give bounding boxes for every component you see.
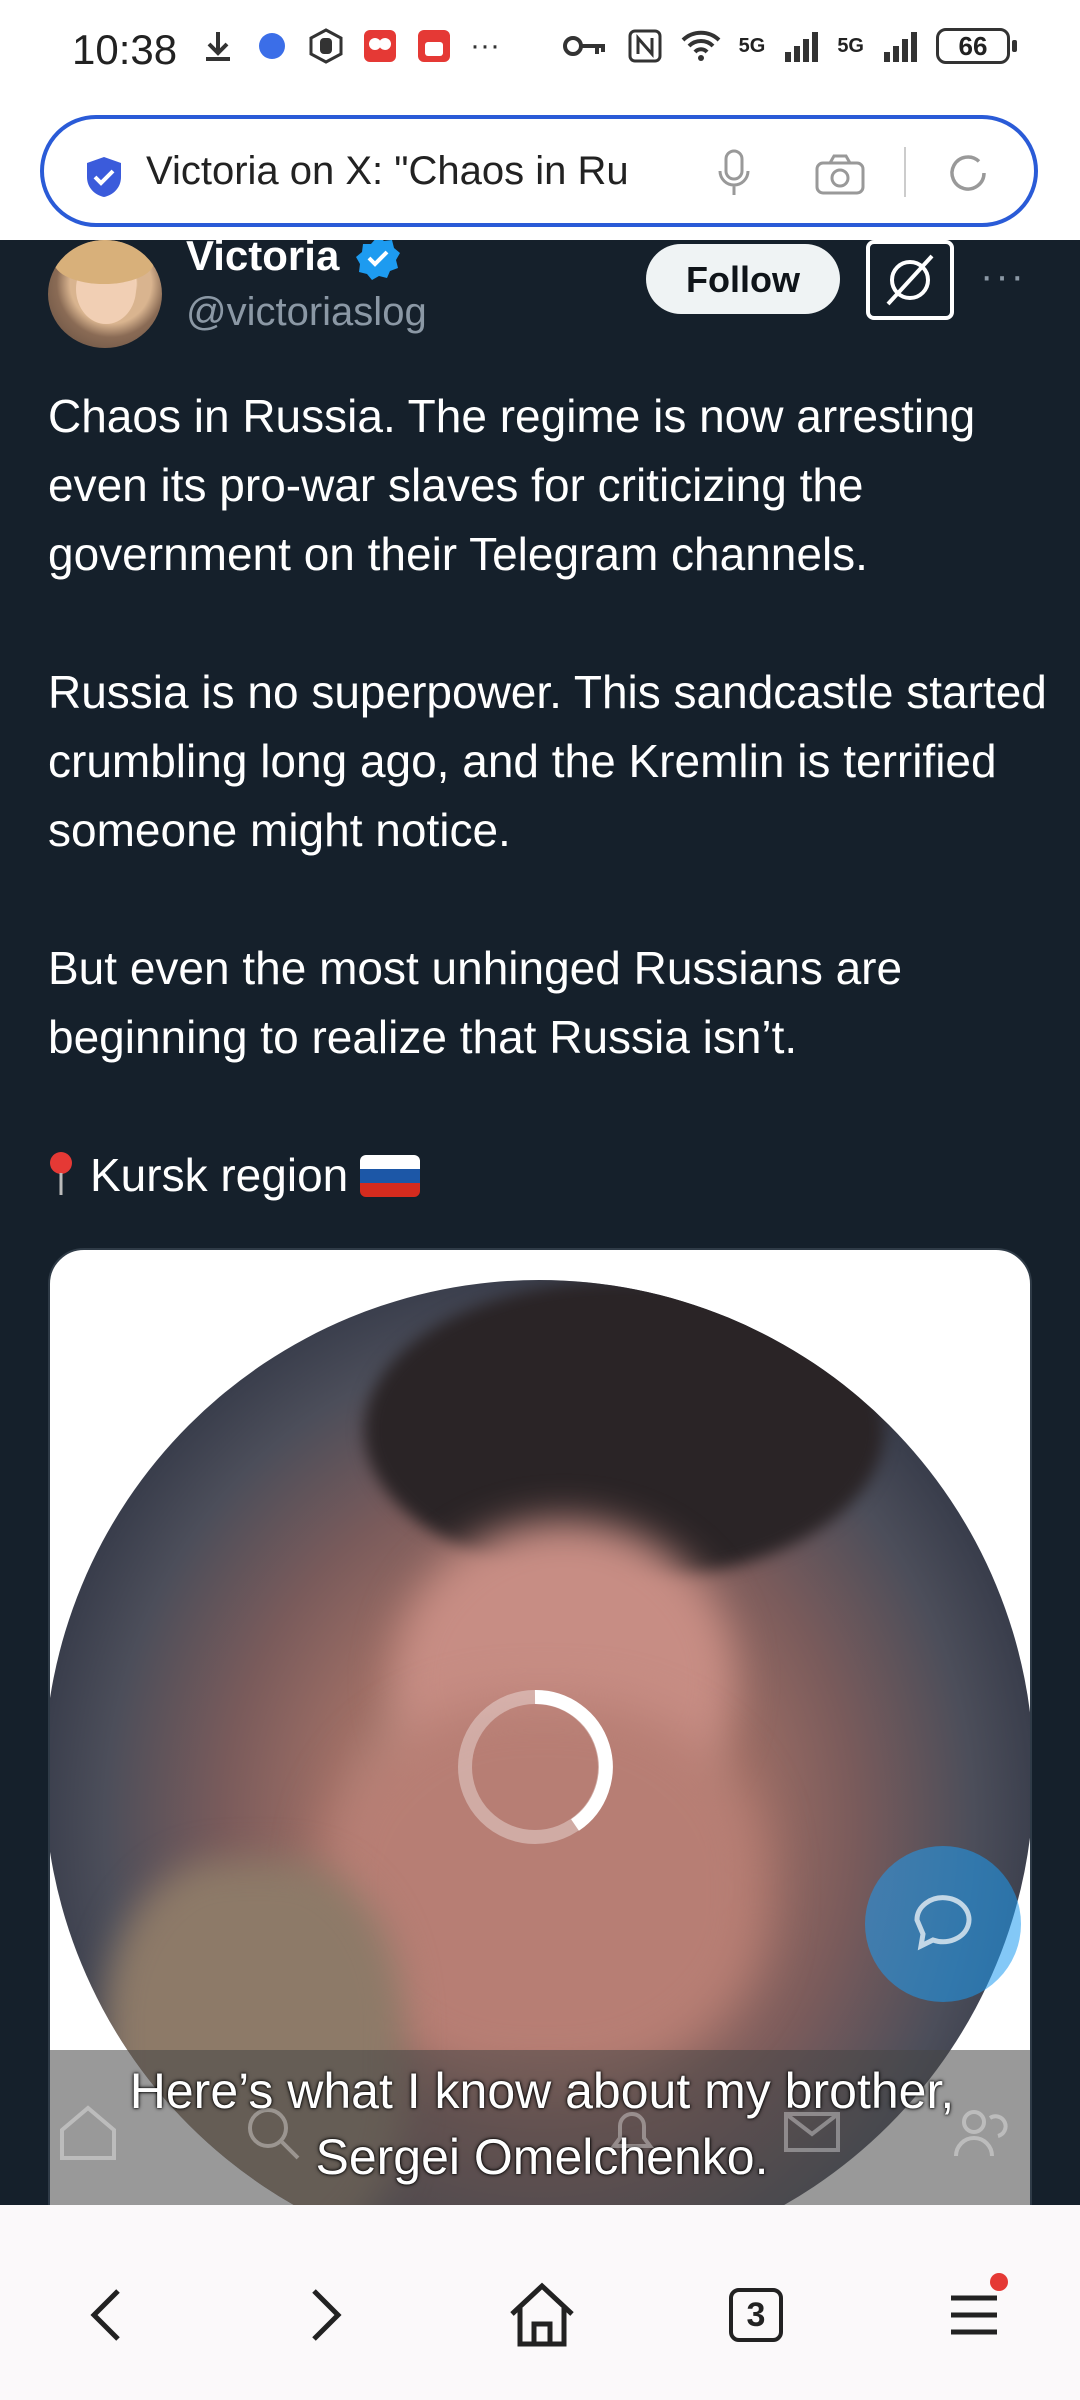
- download-icon: [206, 32, 230, 61]
- author-avatar[interactable]: [48, 240, 162, 348]
- browser-bottom-bar: 3: [0, 2205, 1080, 2400]
- camera-search-icon[interactable]: [814, 153, 866, 197]
- back-arrow-icon: [90, 2289, 120, 2341]
- follow-button[interactable]: Follow: [646, 244, 840, 314]
- browser-toolbar: Victoria on X: "Chaos in Ru: [0, 105, 1080, 240]
- menu-button[interactable]: [934, 2273, 1014, 2355]
- tweet-paragraph: Russia is no superpower. This sandcastle…: [48, 666, 1047, 856]
- shopping-app-icon: [364, 30, 396, 62]
- network-type-1: 5G: [738, 34, 766, 57]
- caption-line-1: Here’s what I know about my brother,: [129, 2063, 955, 2119]
- grok-button[interactable]: [866, 240, 954, 320]
- forward-arrow-icon: [312, 2289, 342, 2341]
- speech-bubble-icon: [914, 1895, 972, 1951]
- home-icon: [510, 2282, 574, 2347]
- more-options-button[interactable]: ···: [980, 254, 1026, 299]
- status-bar: 10:38 ··· 5G 5G 66: [0, 0, 1080, 105]
- nfc-icon: [628, 29, 662, 63]
- tweet-body: Chaos in Russia. The regime is now arres…: [48, 382, 1048, 1210]
- location-text: Kursk region: [90, 1149, 349, 1201]
- hand-shield-icon: [309, 28, 343, 64]
- tabs-button[interactable]: 3: [716, 2275, 796, 2355]
- signal-icon-2: [884, 32, 917, 62]
- reply-fab[interactable]: [865, 1846, 1021, 2002]
- microphone-icon[interactable]: [714, 149, 754, 199]
- verified-badge-icon: [356, 240, 400, 280]
- location-pin-icon: [48, 1147, 74, 1195]
- system-icons: 5G 5G 66: [561, 28, 1017, 64]
- tweet-location-line: Kursk region: [48, 1141, 1048, 1210]
- key-icon: [562, 36, 605, 56]
- menu-icon: [951, 2295, 997, 2335]
- tweet: Victoria @victoriaslog Follow ··· Chaos …: [0, 240, 1080, 2205]
- more-notifications-indicator: ···: [470, 29, 500, 62]
- security-shield-icon[interactable]: [84, 155, 124, 199]
- shopping-app-icon-2: [418, 30, 450, 62]
- russia-flag-icon: [360, 1155, 421, 1197]
- home-button[interactable]: [502, 2275, 582, 2355]
- tweet-paragraph: But even the most unhinged Russians are …: [48, 942, 903, 1063]
- status-time: 10:38: [72, 26, 178, 73]
- forward-button[interactable]: [286, 2275, 366, 2355]
- author-handle[interactable]: @victoriaslog: [186, 290, 427, 335]
- network-type-2: 5G: [837, 34, 864, 57]
- battery-indicator: 66: [936, 28, 1017, 64]
- wifi-icon: [681, 30, 721, 61]
- loading-spinner-icon: [458, 1689, 613, 1844]
- signal-icon: [785, 32, 819, 62]
- video-player[interactable]: Here’s what I know about my brother, Ser…: [48, 1248, 1032, 2205]
- reload-icon[interactable]: [944, 149, 992, 197]
- app-dot-icon: [259, 33, 285, 59]
- grok-icon: [886, 254, 934, 306]
- address-bar[interactable]: Victoria on X: "Chaos in Ru: [40, 115, 1038, 227]
- tabs-count: 3: [729, 2288, 783, 2342]
- tweet-paragraph: Chaos in Russia. The regime is now arres…: [48, 390, 976, 580]
- author-name[interactable]: Victoria: [186, 240, 339, 280]
- toolbar-divider: [904, 147, 906, 197]
- back-button[interactable]: [66, 2275, 146, 2355]
- menu-notification-dot: [990, 2273, 1008, 2291]
- video-caption: Here’s what I know about my brother, Ser…: [50, 2058, 1030, 2190]
- caption-line-2: Sergei Omelchenko.: [315, 2129, 769, 2185]
- notification-icons: ···: [200, 28, 500, 64]
- page-title-text[interactable]: Victoria on X: "Chaos in Ru: [146, 149, 726, 194]
